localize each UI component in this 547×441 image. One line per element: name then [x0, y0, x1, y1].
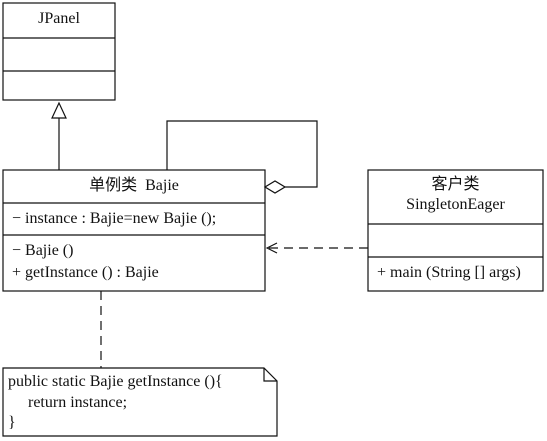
bajie-attribute-instance: − instance : Bajie=new Bajie (); — [12, 210, 217, 227]
bajie-operation-constructor: − Bajie () — [12, 242, 74, 259]
client-operation-main: + main (String [] args) — [377, 264, 521, 281]
client-class-name-line2: SingletonEager — [406, 196, 505, 213]
note-line-1: public static Bajie getInstance (){ — [8, 373, 223, 390]
client-class-name-line1: 客户类 — [431, 176, 480, 193]
bajie-class-name: 单例类 Bajie — [89, 177, 179, 194]
generalization-arrow — [51, 101, 67, 170]
bajie-operation-getinstance: + getInstance () : Bajie — [12, 264, 159, 281]
note-line-2: return instance; — [8, 394, 128, 411]
jpanel-class-name: JPanel — [38, 10, 80, 27]
note-line-3: } — [8, 414, 16, 431]
